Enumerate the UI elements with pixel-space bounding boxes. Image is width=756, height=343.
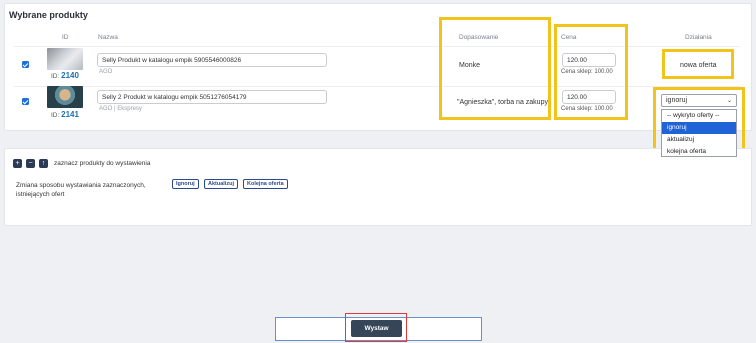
product-source: AGO | Ekspresy — [99, 106, 142, 112]
change-mode-label: Zmiana sposobu wystawiania zaznaczonych,… — [16, 182, 146, 198]
row-divider — [14, 46, 740, 47]
highlight-match — [439, 17, 551, 120]
row-checkbox[interactable] — [22, 98, 29, 105]
product-name-input[interactable]: Selly 2 Produkt w katalogu empik 5051276… — [97, 90, 327, 104]
option-next-offer[interactable]: kolejna oferta — [662, 146, 736, 158]
col-id: ID — [62, 34, 69, 41]
action-dropdown: -- wykryto oferty -- ignoruj aktualizuj … — [661, 109, 737, 157]
product-source: AGO — [99, 69, 113, 75]
highlight-price — [554, 24, 628, 120]
option-detected[interactable]: -- wykryto oferty -- — [662, 110, 736, 122]
minus-icon[interactable]: − — [26, 159, 35, 168]
upload-icon[interactable]: ↑ — [39, 159, 48, 168]
row-checkbox[interactable] — [22, 61, 29, 68]
option-update[interactable]: aktualizuj — [662, 134, 736, 146]
ignore-button[interactable]: Ignoruj — [172, 179, 199, 189]
option-ignore[interactable]: ignoruj — [662, 122, 736, 134]
product-thumbnail — [47, 48, 83, 70]
product-name-input[interactable]: Selly Produkt w katalogu empik 590554600… — [97, 53, 327, 67]
update-button[interactable]: Aktualizuj — [204, 179, 238, 189]
product-thumbnail — [47, 86, 83, 108]
submit-button[interactable]: Wystaw — [351, 320, 402, 337]
col-name: Nazwa — [98, 34, 118, 41]
row-divider — [14, 86, 740, 87]
product-id: ID: 2141 — [51, 110, 79, 119]
highlight-new-offer — [662, 49, 734, 79]
next-offer-button[interactable]: Kolejna oferta — [243, 179, 288, 189]
col-actions: Działania — [685, 34, 712, 41]
mark-products-label: zaznacz produkty do wystawienia — [54, 160, 151, 167]
product-id: ID: 2140 — [51, 71, 79, 80]
plus-icon[interactable]: + — [13, 159, 22, 168]
panel-title: Wybrane produkty — [9, 10, 88, 20]
